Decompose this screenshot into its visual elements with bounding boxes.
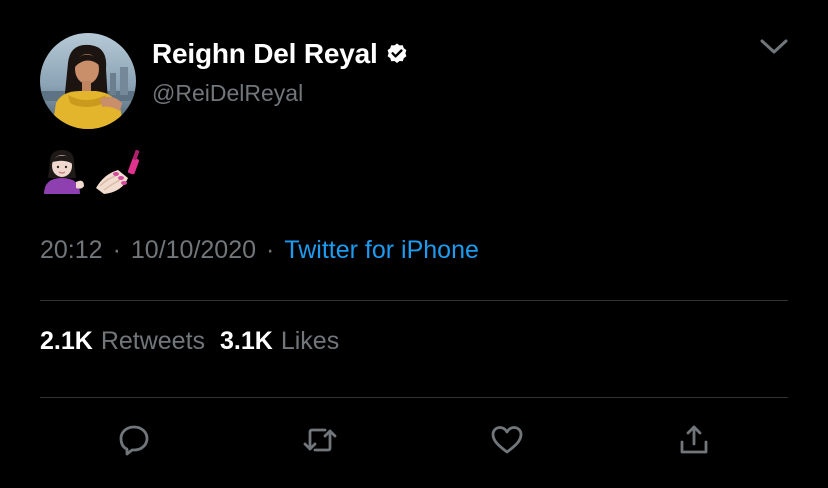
tweet-detail: Reighn Del Reyal @ReiDelReyal 20:12 · 10… — [0, 0, 828, 488]
author-name-row: Reighn Del Reyal — [152, 38, 409, 70]
divider — [40, 397, 788, 398]
retweets-stat[interactable]: 2.1K Retweets — [40, 327, 205, 356]
tweet-date: 10/10/2020 — [130, 236, 257, 264]
display-name[interactable]: Reighn Del Reyal — [152, 38, 378, 70]
likes-count: 3.1K — [220, 327, 273, 355]
likes-stat[interactable]: 3.1K Likes — [220, 327, 339, 356]
retweet-icon — [303, 428, 337, 452]
divider — [40, 300, 788, 301]
verified-badge-icon — [387, 43, 406, 63]
author-handle[interactable]: @ReiDelReyal — [152, 80, 303, 107]
heart-icon — [491, 426, 523, 454]
tweet-time: 20:12 — [40, 236, 103, 264]
tweet-source-link[interactable]: Twitter for iPhone — [284, 236, 479, 265]
share-icon — [680, 425, 708, 454]
more-options-button[interactable] — [757, 36, 791, 58]
person-tipping-hand-emoji — [40, 148, 86, 194]
like-button[interactable] — [487, 420, 527, 460]
retweets-label: Retweets — [100, 327, 206, 355]
likes-label: Likes — [280, 327, 340, 355]
action-bar — [0, 420, 828, 464]
share-button[interactable] — [674, 420, 714, 460]
retweet-button[interactable] — [300, 420, 340, 460]
meta-separator: · — [112, 236, 121, 264]
reply-button[interactable] — [114, 420, 154, 460]
profile-photo-icon — [40, 33, 136, 129]
reply-icon — [119, 425, 149, 456]
tweet-stats: 2.1K Retweets 3.1K Likes — [40, 327, 339, 356]
meta-separator: · — [266, 236, 275, 264]
tweet-text — [40, 148, 144, 194]
avatar[interactable] — [40, 33, 136, 129]
tweet-meta: 20:12 · 10/10/2020 · Twitter for iPhone — [40, 236, 479, 265]
chevron-down-icon — [760, 39, 788, 54]
retweets-count: 2.1K — [40, 327, 93, 355]
nail-polish-emoji — [94, 148, 144, 194]
